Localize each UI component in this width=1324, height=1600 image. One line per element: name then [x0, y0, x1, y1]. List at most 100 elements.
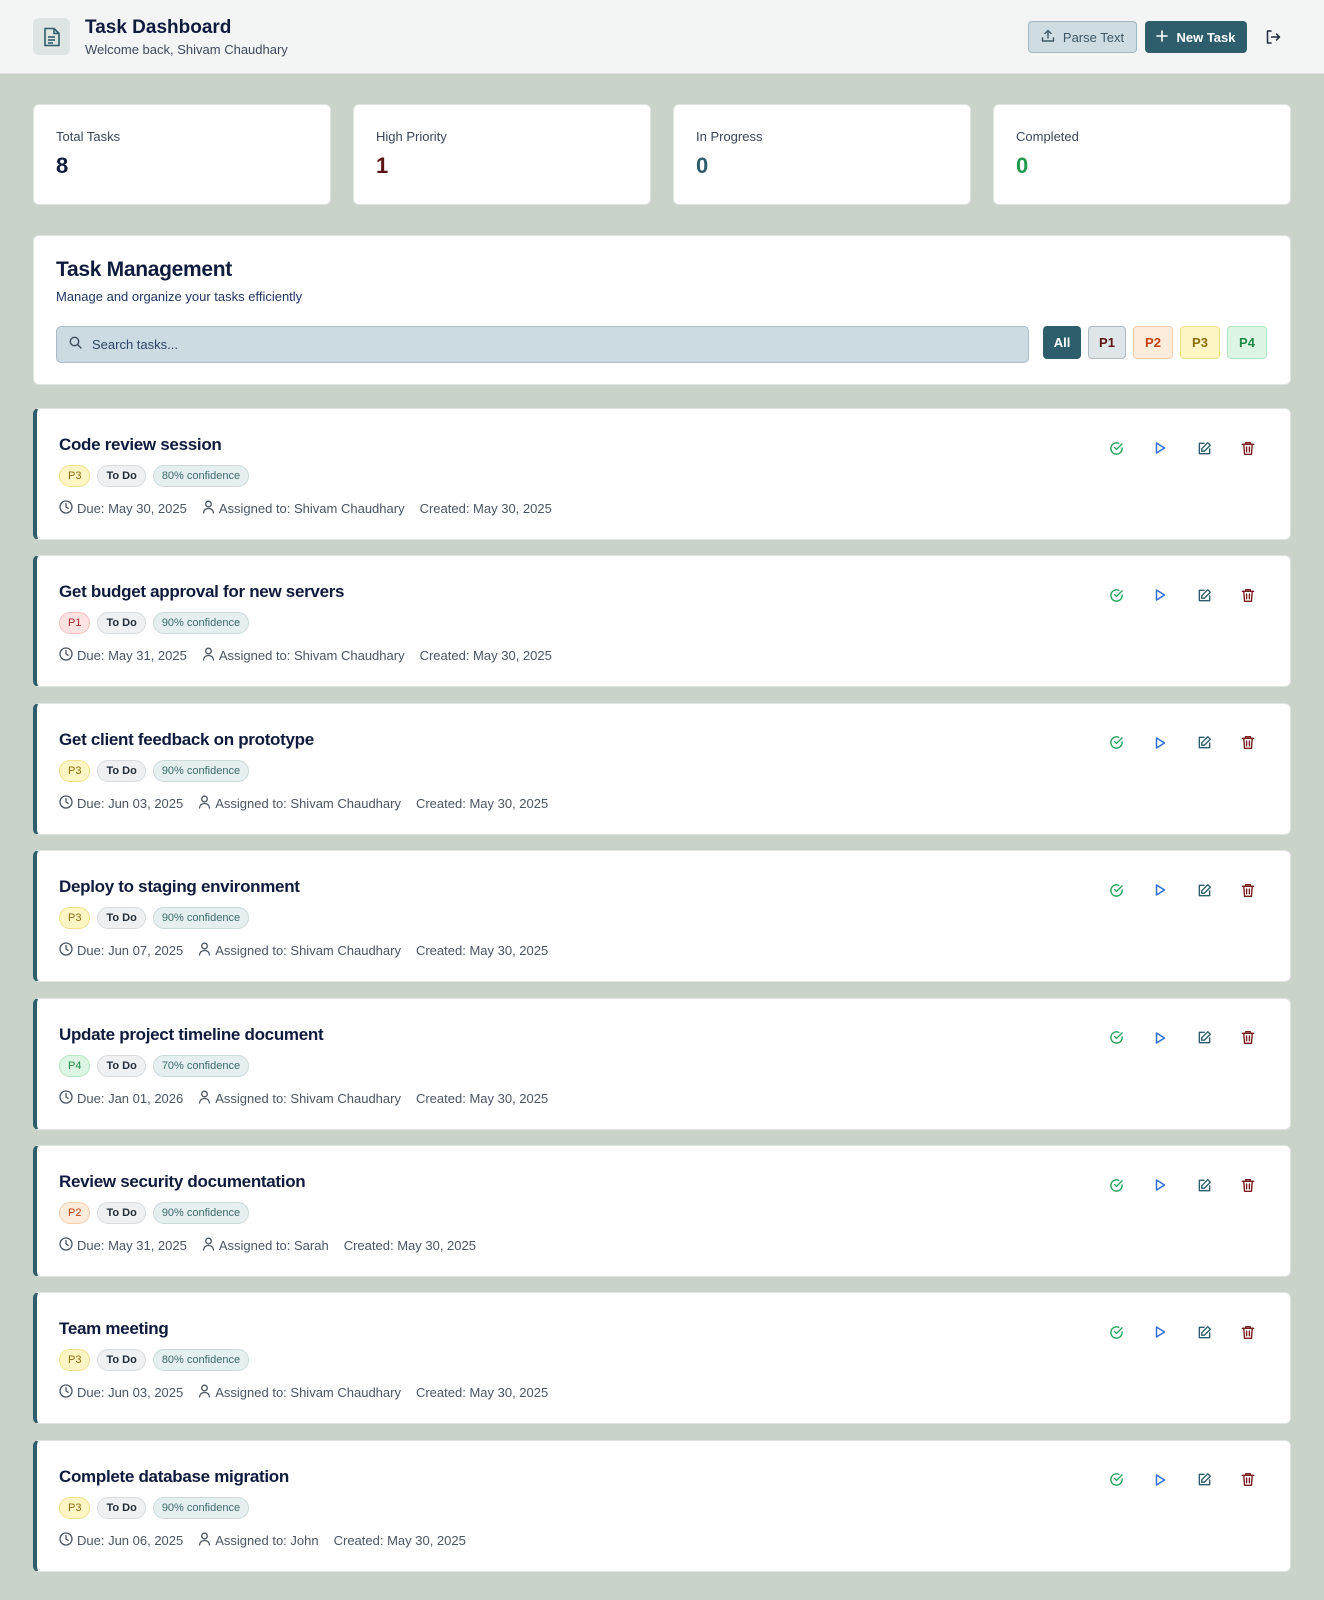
task-card[interactable]: Get budget approval for new servers P1 T… — [33, 555, 1291, 688]
trash-icon[interactable] — [1239, 586, 1257, 604]
edit-icon[interactable] — [1195, 1176, 1213, 1194]
task-meta: Due: Jun 06, 2025 Assigned to: John Crea… — [59, 1532, 481, 1549]
task-card[interactable]: Update project timeline document P4 To D… — [33, 997, 1291, 1130]
stat-label: High Priority — [376, 129, 447, 144]
due-date-text: Due: May 31, 2025 — [77, 648, 187, 664]
trash-icon[interactable] — [1239, 881, 1257, 899]
logout-icon[interactable] — [1262, 26, 1284, 48]
upload-icon — [1041, 29, 1055, 46]
due-date-text: Due: Jun 07, 2025 — [77, 943, 184, 959]
edit-icon[interactable] — [1195, 586, 1213, 604]
trash-icon[interactable] — [1239, 1029, 1257, 1047]
app-title: Task Dashboard — [85, 17, 232, 38]
check-circle-icon[interactable] — [1107, 734, 1125, 752]
task-meta: Due: Jun 03, 2025 Assigned to: Shivam Ch… — [59, 795, 563, 812]
stat-label: Completed — [1016, 129, 1079, 144]
edit-icon[interactable] — [1195, 1471, 1213, 1489]
task-management-panel: Task Management Manage and organize your… — [33, 235, 1291, 385]
clock-icon — [59, 1532, 73, 1549]
task-card[interactable]: Deploy to staging environment P3 To Do 9… — [33, 850, 1291, 983]
priority-badge: P1 — [59, 612, 91, 635]
filter-p2[interactable]: P2 — [1133, 326, 1173, 359]
stat-value: 8 — [56, 153, 69, 178]
stat-value: 0 — [1016, 153, 1029, 178]
task-meta: Due: May 31, 2025 Assigned to: Sarah Cre… — [59, 1237, 491, 1254]
clock-icon — [59, 1089, 73, 1107]
edit-icon[interactable] — [1195, 1323, 1213, 1341]
created-date: Created: May 30, 2025 — [416, 1385, 548, 1400]
play-icon[interactable] — [1151, 1176, 1169, 1194]
clock-icon — [59, 795, 73, 812]
task-title: Complete database migration — [59, 1466, 289, 1486]
priority-badge: P4 — [59, 1054, 91, 1077]
check-circle-icon[interactable] — [1107, 439, 1125, 457]
play-icon[interactable] — [1151, 734, 1169, 752]
task-actions — [1107, 734, 1257, 752]
search-input[interactable] — [92, 337, 992, 352]
task-badges: P3 To Do 80% confidence — [59, 465, 250, 487]
status-badge: To Do — [97, 1349, 146, 1372]
status-badge: To Do — [97, 1054, 146, 1077]
task-card[interactable]: Code review session P3 To Do 80% confide… — [33, 408, 1291, 540]
play-icon[interactable] — [1151, 439, 1169, 457]
search-icon — [69, 336, 82, 354]
check-circle-icon[interactable] — [1107, 1176, 1125, 1194]
play-icon[interactable] — [1151, 586, 1169, 604]
task-card[interactable]: Complete database migration P3 To Do 90%… — [33, 1439, 1291, 1572]
assignee: Assigned to: Shivam Chaudhary — [198, 942, 401, 959]
assignee: Assigned to: Shivam Chaudhary — [202, 647, 405, 664]
stat-label: In Progress — [696, 129, 763, 144]
assignee: Assigned to: Shivam Chaudhary — [198, 795, 401, 812]
due-date-text: Due: May 31, 2025 — [77, 1238, 187, 1253]
filter-p3[interactable]: P3 — [1180, 326, 1220, 359]
assignee-text: Assigned to: Shivam Chaudhary — [215, 795, 401, 811]
task-card[interactable]: Team meeting P3 To Do 80% confidence Due… — [33, 1292, 1291, 1425]
filter-p1[interactable]: P1 — [1088, 326, 1126, 359]
task-title: Update project timeline document — [59, 1024, 324, 1044]
assignee: Assigned to: Sarah — [202, 1237, 329, 1254]
check-circle-icon[interactable] — [1107, 1471, 1125, 1489]
edit-icon[interactable] — [1195, 439, 1213, 457]
play-icon[interactable] — [1151, 881, 1169, 899]
parse-text-button[interactable]: Parse Text — [1028, 21, 1137, 53]
play-icon[interactable] — [1151, 1029, 1169, 1047]
status-badge: To Do — [97, 612, 146, 635]
trash-icon[interactable] — [1239, 1176, 1257, 1194]
check-circle-icon[interactable] — [1107, 1323, 1125, 1341]
play-icon[interactable] — [1151, 1471, 1169, 1489]
check-circle-icon[interactable] — [1107, 1029, 1125, 1047]
task-badges: P3 To Do 90% confidence — [59, 907, 250, 930]
task-card[interactable]: Review security documentation P2 To Do 9… — [33, 1145, 1291, 1277]
check-circle-icon[interactable] — [1107, 586, 1125, 604]
task-meta: Due: Jun 03, 2025 Assigned to: Shivam Ch… — [59, 1384, 563, 1401]
status-badge: To Do — [97, 1202, 146, 1224]
trash-icon[interactable] — [1239, 439, 1257, 457]
clock-icon — [59, 500, 73, 517]
search-bar[interactable] — [56, 326, 1029, 363]
play-icon[interactable] — [1151, 1323, 1169, 1341]
trash-icon[interactable] — [1239, 1471, 1257, 1489]
edit-icon[interactable] — [1195, 1029, 1213, 1047]
trash-icon[interactable] — [1239, 1323, 1257, 1341]
assignee: Assigned to: Shivam Chaudhary — [198, 1384, 401, 1401]
confidence-badge: 90% confidence — [152, 1496, 250, 1519]
new-task-button[interactable]: New Task — [1145, 21, 1247, 53]
user-icon — [198, 1384, 211, 1401]
created-date: Created: May 30, 2025 — [416, 1091, 548, 1106]
confidence-badge: 70% confidence — [152, 1054, 250, 1077]
filter-p4[interactable]: P4 — [1227, 326, 1267, 359]
document-icon — [33, 18, 70, 55]
created-date: Created: May 30, 2025 — [420, 501, 552, 516]
edit-icon[interactable] — [1195, 734, 1213, 752]
task-actions — [1107, 439, 1257, 457]
confidence-badge: 90% confidence — [152, 1202, 250, 1224]
due-date: Due: May 31, 2025 — [59, 1237, 187, 1254]
task-card[interactable]: Get client feedback on prototype P3 To D… — [33, 702, 1291, 835]
created-date: Created: May 30, 2025 — [420, 648, 552, 663]
check-circle-icon[interactable] — [1107, 881, 1125, 899]
edit-icon[interactable] — [1195, 881, 1213, 899]
new-task-label: New Task — [1176, 29, 1236, 45]
filter-all[interactable]: All — [1043, 326, 1081, 359]
trash-icon[interactable] — [1239, 734, 1257, 752]
created-date-text: Created: May 30, 2025 — [333, 1532, 466, 1548]
